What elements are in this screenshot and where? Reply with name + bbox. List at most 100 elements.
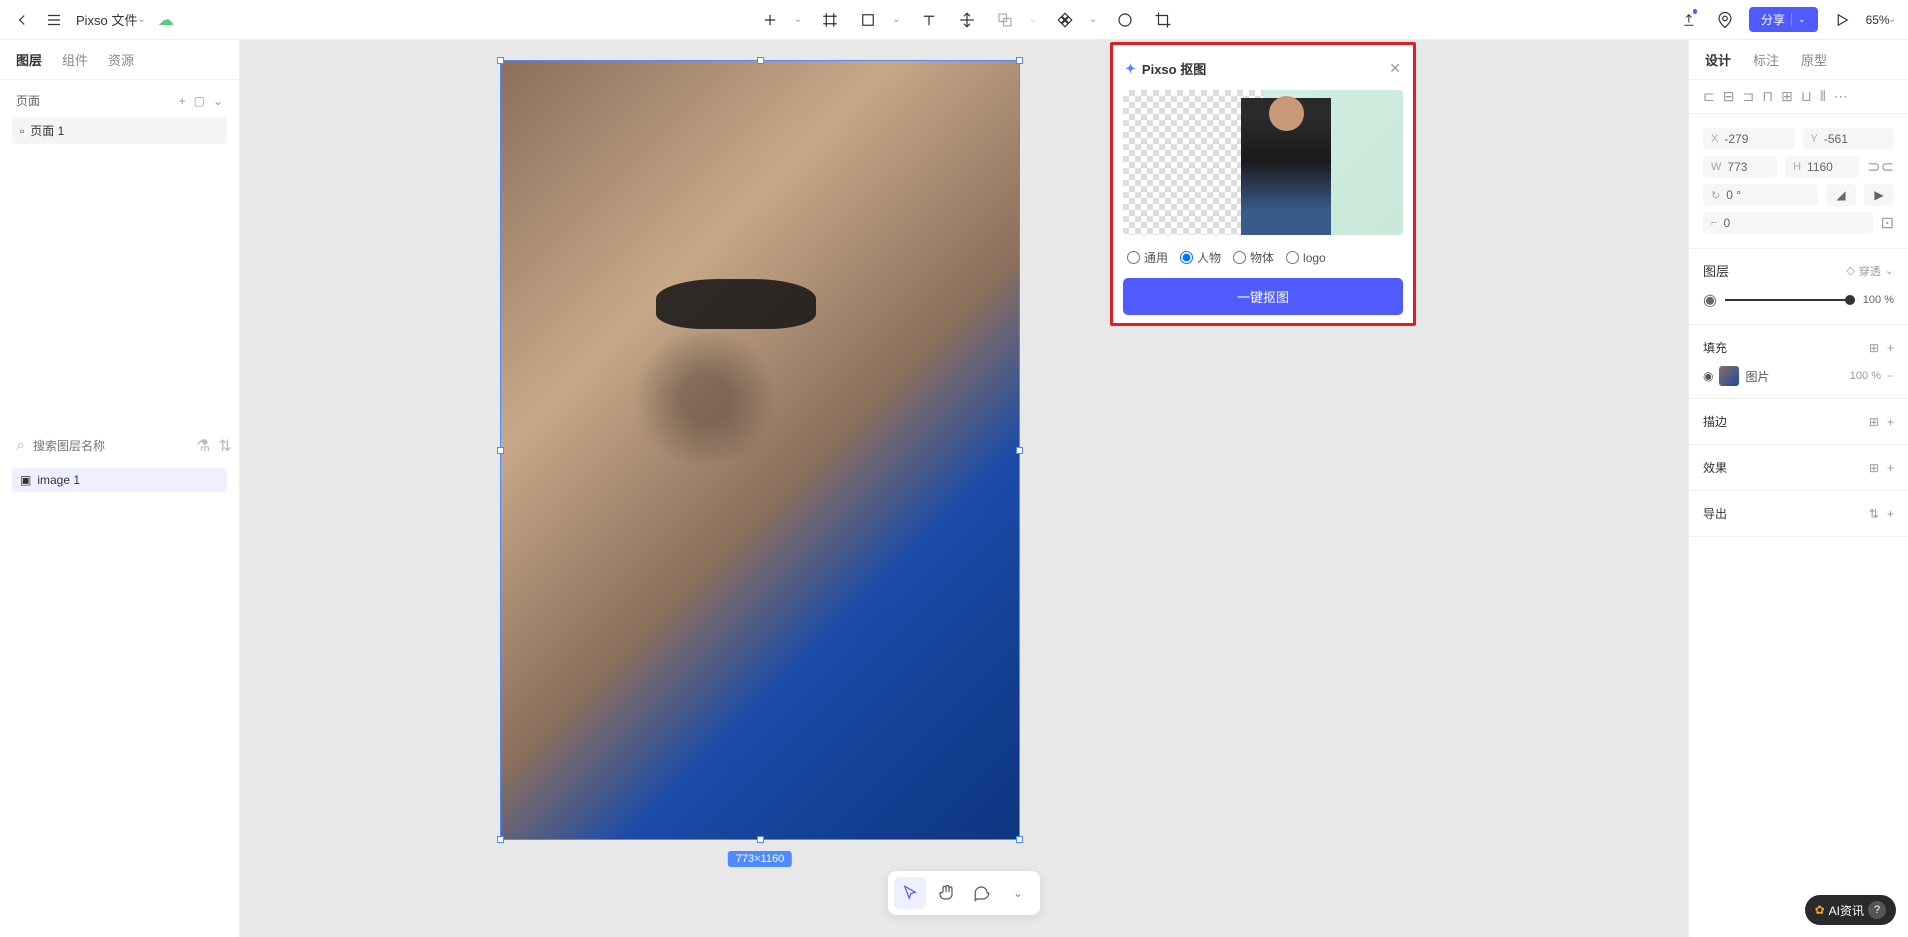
- radio-person[interactable]: 人物: [1180, 249, 1221, 266]
- pointer-tool[interactable]: [894, 877, 926, 909]
- fill-opacity[interactable]: 100 %: [1850, 370, 1881, 382]
- w-field[interactable]: W773: [1703, 156, 1777, 178]
- align-center-icon[interactable]: ⊟: [1723, 88, 1735, 105]
- tab-design[interactable]: 设计: [1705, 50, 1731, 69]
- radio-object[interactable]: 物体: [1233, 249, 1274, 266]
- help-icon[interactable]: ?: [1868, 901, 1886, 919]
- floating-toolbar: ⌄: [888, 871, 1040, 915]
- filter-icon[interactable]: ⚗: [196, 436, 210, 456]
- flip-v-icon[interactable]: ▶: [1864, 184, 1894, 206]
- pages-header: 页面 + ▢ ⌄: [12, 88, 227, 117]
- location-icon[interactable]: [1715, 10, 1735, 30]
- add-export-icon[interactable]: +: [1887, 507, 1894, 521]
- folder-icon[interactable]: ▢: [194, 94, 205, 108]
- handle-top-mid[interactable]: [757, 57, 764, 64]
- chevron-down-icon[interactable]: ⌄: [794, 14, 802, 25]
- blend-mode[interactable]: ◇ 穿透 ⌄: [1846, 263, 1894, 279]
- tab-annotate[interactable]: 标注: [1753, 50, 1779, 69]
- handle-top-right[interactable]: [1016, 57, 1023, 64]
- zoom-control[interactable]: 65%⌄: [1866, 13, 1896, 27]
- layer-item[interactable]: ▣ image 1: [12, 468, 227, 492]
- visibility-icon[interactable]: ◉: [1703, 290, 1717, 310]
- chevron-down-icon[interactable]: ⌄: [892, 14, 900, 25]
- text-icon[interactable]: [919, 10, 939, 30]
- play-icon[interactable]: [1832, 10, 1852, 30]
- back-icon[interactable]: [12, 10, 32, 30]
- handle-bottom-right[interactable]: [1016, 836, 1023, 843]
- help-badge[interactable]: ✿ AI资讯 ?: [1805, 895, 1896, 925]
- add-icon[interactable]: [760, 10, 780, 30]
- radio-logo[interactable]: logo: [1286, 249, 1326, 266]
- selection-frame[interactable]: 773×1160: [500, 60, 1020, 840]
- page-item[interactable]: ▫ 页面 1: [12, 117, 227, 144]
- add-page-icon[interactable]: +: [179, 94, 186, 108]
- handle-left-mid[interactable]: [497, 447, 504, 454]
- x-field[interactable]: X-279: [1703, 128, 1795, 150]
- tab-components[interactable]: 组件: [62, 50, 88, 69]
- close-icon[interactable]: ✕: [1389, 60, 1401, 77]
- chevron-down-icon[interactable]: ⌄: [1089, 14, 1097, 25]
- export-settings-icon[interactable]: ⇅: [1869, 507, 1879, 521]
- file-title[interactable]: Pixso 文件 ⌄: [76, 10, 146, 29]
- flip-h-icon[interactable]: ◢: [1826, 184, 1856, 206]
- corner-expand-icon[interactable]: ⊡: [1881, 213, 1894, 233]
- handle-top-left[interactable]: [497, 57, 504, 64]
- h-field[interactable]: H1160: [1785, 156, 1859, 178]
- share-button[interactable]: 分享 ⌄: [1749, 7, 1818, 32]
- fill-header: 填充 ⊞+: [1703, 333, 1894, 362]
- radio-general[interactable]: 通用: [1127, 249, 1168, 266]
- tab-assets[interactable]: 资源: [108, 50, 134, 69]
- canvas[interactable]: 773×1160 ⌄: [240, 40, 1688, 937]
- fill-visibility-icon[interactable]: ◉: [1703, 369, 1713, 383]
- boolean-icon[interactable]: [995, 10, 1015, 30]
- handle-bottom-left[interactable]: [497, 836, 504, 843]
- frame-icon[interactable]: [820, 10, 840, 30]
- handle-bottom-mid[interactable]: [757, 836, 764, 843]
- lock-aspect-icon[interactable]: ⊃⊂: [1867, 157, 1894, 177]
- export-header: 导出 ⇅+: [1703, 499, 1894, 528]
- search-input[interactable]: [33, 439, 188, 453]
- add-effect-icon[interactable]: +: [1887, 461, 1894, 475]
- remove-fill-icon[interactable]: −: [1887, 369, 1894, 383]
- cloud-sync-icon[interactable]: ☁: [158, 10, 174, 30]
- more-align-icon[interactable]: ⋯: [1834, 88, 1848, 105]
- chevron-down-icon[interactable]: ⌄: [213, 94, 223, 108]
- cutout-button[interactable]: 一键抠图: [1123, 278, 1403, 315]
- tab-layers[interactable]: 图层: [16, 50, 42, 69]
- handle-right-mid[interactable]: [1016, 447, 1023, 454]
- chevron-down-icon[interactable]: ⌄: [1029, 14, 1037, 25]
- more-tools-icon[interactable]: ⌄: [1002, 877, 1034, 909]
- move-icon[interactable]: [957, 10, 977, 30]
- comment-tool[interactable]: [966, 877, 998, 909]
- w-label: W: [1711, 161, 1721, 173]
- fill-style-icon[interactable]: ⊞: [1869, 341, 1879, 355]
- rotation-field[interactable]: ↻0 °: [1703, 184, 1818, 206]
- crop-icon[interactable]: [1153, 10, 1173, 30]
- align-middle-icon[interactable]: ⊞: [1781, 88, 1793, 105]
- image-layer-icon: ▣: [20, 473, 31, 487]
- stroke-style-icon[interactable]: ⊞: [1869, 415, 1879, 429]
- export-icon[interactable]: [1681, 10, 1701, 30]
- align-top-icon[interactable]: ⊓: [1762, 88, 1773, 105]
- tab-prototype[interactable]: 原型: [1801, 50, 1827, 69]
- selected-image[interactable]: [501, 61, 1019, 839]
- add-fill-icon[interactable]: +: [1887, 341, 1894, 355]
- fill-item[interactable]: ◉ 图片 100 % −: [1703, 362, 1894, 390]
- opacity-slider[interactable]: [1725, 299, 1855, 301]
- circle-icon[interactable]: [1115, 10, 1135, 30]
- align-bottom-icon[interactable]: ⊔: [1801, 88, 1812, 105]
- opacity-value[interactable]: 100 %: [1863, 294, 1894, 306]
- fill-thumbnail[interactable]: [1719, 366, 1739, 386]
- hand-tool[interactable]: [930, 877, 962, 909]
- add-stroke-icon[interactable]: +: [1887, 415, 1894, 429]
- corner-field[interactable]: ⌐0: [1703, 212, 1873, 234]
- shape-icon[interactable]: [858, 10, 878, 30]
- distribute-icon[interactable]: ⫴: [1820, 88, 1826, 105]
- settings-icon[interactable]: ⇅: [218, 436, 231, 456]
- y-field[interactable]: Y-561: [1803, 128, 1895, 150]
- effect-style-icon[interactable]: ⊞: [1869, 461, 1879, 475]
- align-right-icon[interactable]: ⊐: [1742, 88, 1754, 105]
- align-left-icon[interactable]: ⊏: [1703, 88, 1715, 105]
- menu-icon[interactable]: [44, 10, 64, 30]
- component-icon[interactable]: [1055, 10, 1075, 30]
